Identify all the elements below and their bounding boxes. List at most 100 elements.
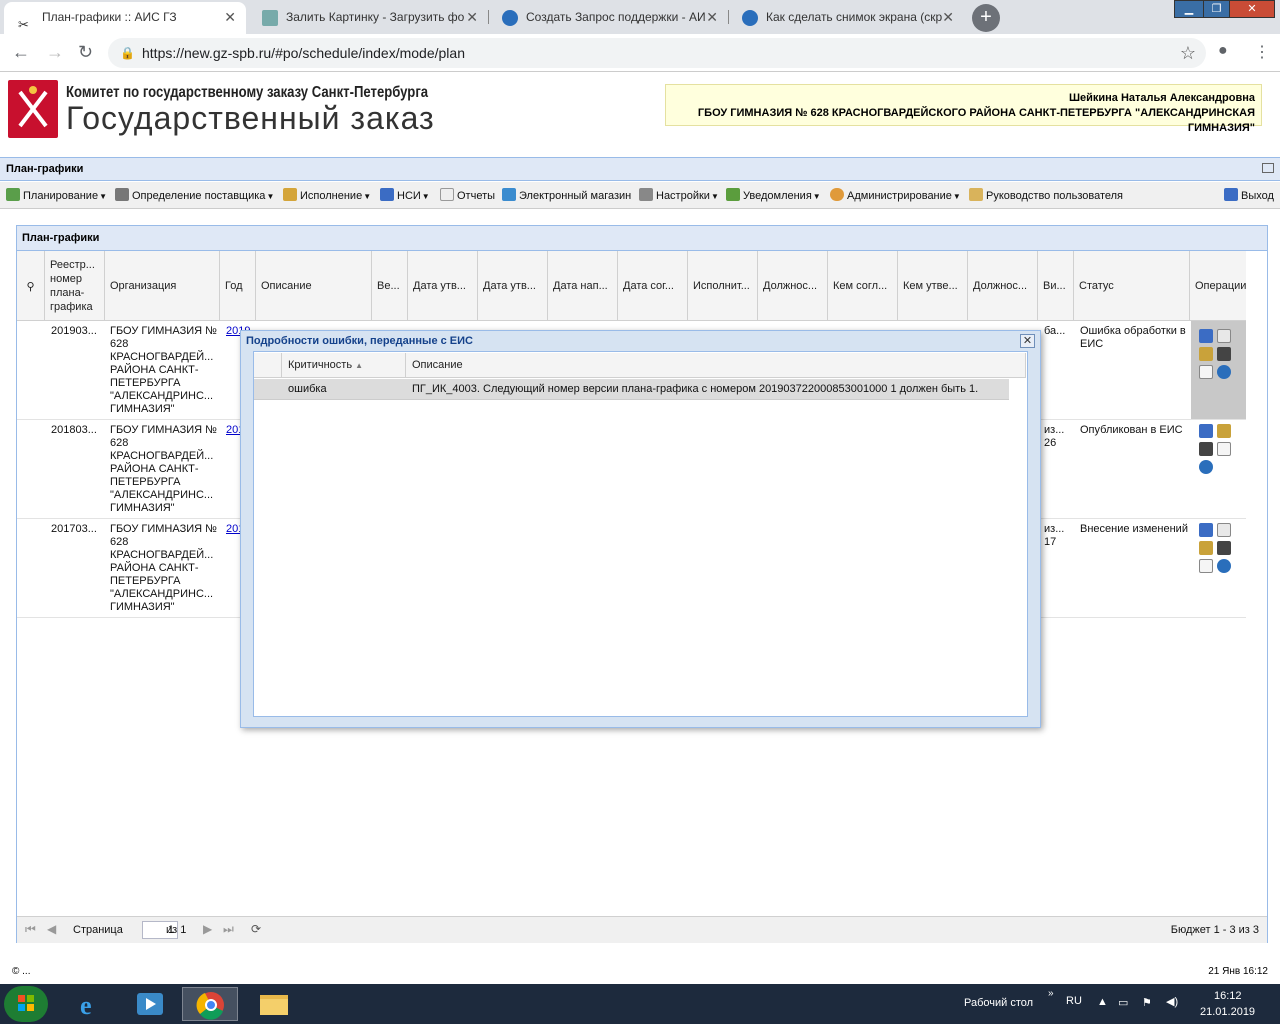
chevrons-icon[interactable]: » [1048, 988, 1054, 999]
back-icon[interactable]: ← [12, 42, 30, 63]
binoculars-icon[interactable] [1217, 347, 1231, 361]
menu-admin[interactable]: Администрирование▼ [830, 188, 961, 202]
col-executor[interactable]: Исполнит... [688, 251, 758, 321]
document-check-icon[interactable] [1217, 523, 1231, 537]
close-window-button[interactable]: ✕ [1229, 0, 1275, 18]
menu-reports[interactable]: Отчеты [440, 188, 495, 202]
close-tab-icon[interactable]: ✕ [706, 2, 718, 32]
menu-dots-icon[interactable]: ⋮ [1254, 42, 1270, 62]
col-reg-number[interactable]: Реестр... номер плана-графика [45, 251, 105, 321]
col-organization[interactable]: Организация [105, 251, 220, 321]
edit-icon[interactable] [1199, 523, 1213, 537]
menu-supplier[interactable]: Определение поставщика▼ [115, 188, 274, 202]
filter-icon[interactable]: ⚲ [17, 251, 45, 321]
menu-planning[interactable]: Планирование▼ [6, 188, 107, 202]
info-icon[interactable] [1217, 559, 1231, 573]
info-icon[interactable] [1217, 365, 1231, 379]
chevron-down-icon: ▼ [952, 192, 961, 201]
logout-label: Выход [1241, 190, 1274, 202]
logout-button[interactable]: Выход [1224, 188, 1274, 202]
binoculars-icon[interactable] [1199, 442, 1213, 456]
refresh-icon[interactable]: ⟳ [251, 922, 261, 936]
close-tab-icon[interactable]: ✕ [224, 2, 236, 32]
language-indicator[interactable]: RU [1066, 995, 1082, 1007]
browser-tab-active[interactable]: ✂ План-графики :: АИС ГЗ ✕ [4, 2, 246, 34]
tab-title: Залить Картинку - Загрузить фо [286, 10, 465, 24]
new-tab-button[interactable]: + [972, 4, 1000, 32]
notification-icon [726, 188, 740, 201]
cell-org: ГБОУ ГИМНАЗИЯ № 628 КРАСНОГВАРДЕЙ... РАЙ… [110, 523, 217, 613]
eagle-icon[interactable] [1199, 347, 1213, 361]
tab-title: Создать Запрос поддержки - АИ [526, 10, 706, 24]
document-icon[interactable] [1199, 365, 1213, 379]
first-page-icon[interactable]: ⏮ [25, 922, 36, 937]
document-icon[interactable] [1199, 559, 1213, 573]
browser-tab[interactable]: Залить Картинку - Загрузить фо ✕ [248, 2, 488, 34]
col-position[interactable]: Должнос... [758, 251, 828, 321]
col-status[interactable]: Статус [1074, 251, 1190, 321]
user-info-box: Шейкина Наталья Александровна ГБОУ ГИМНА… [665, 84, 1262, 134]
prev-page-icon[interactable]: ◀ [47, 922, 56, 936]
menu-settings[interactable]: Настройки▼ [639, 188, 719, 202]
edit-icon[interactable] [1199, 424, 1213, 438]
close-tab-icon[interactable]: ✕ [942, 2, 954, 32]
col-date-approve-1[interactable]: Дата утв... [408, 251, 478, 321]
col-date-sent[interactable]: Дата нап... [548, 251, 618, 321]
clock-time[interactable]: 16:12 [1214, 990, 1242, 1002]
close-dialog-button[interactable]: ✕ [1020, 334, 1035, 348]
close-tab-icon[interactable]: ✕ [466, 2, 478, 32]
col-agreed-by[interactable]: Кем согл... [828, 251, 898, 321]
bookmark-star-icon[interactable]: ☆ [1180, 38, 1196, 68]
col-description[interactable]: Описание [406, 353, 1026, 378]
browser-tab[interactable]: Как сделать снимок экрана (скр ✕ [728, 2, 964, 34]
menu-user-guide[interactable]: Руководство пользователя [969, 188, 1123, 202]
col-version[interactable]: Ве... [372, 251, 408, 321]
media-player-icon[interactable] [122, 987, 178, 1021]
col-operations[interactable]: Операции [1190, 251, 1246, 321]
document-icon[interactable] [1217, 442, 1231, 456]
col-date-approve-2[interactable]: Дата утв... [478, 251, 548, 321]
desktop-label[interactable]: Рабочий стол [964, 997, 1033, 1009]
info-icon[interactable] [1199, 460, 1213, 474]
network-icon[interactable]: ▭ [1118, 996, 1128, 1009]
address-bar[interactable]: 🔒 https://new.gz-spb.ru/#po/schedule/ind… [108, 38, 1206, 68]
col-position-2[interactable]: Должнос... [968, 251, 1038, 321]
col-date-agreed[interactable]: Дата сог... [618, 251, 688, 321]
reload-icon[interactable]: ↻ [78, 42, 93, 63]
col-approved-by[interactable]: Кем утве... [898, 251, 968, 321]
document-edit-icon[interactable] [1217, 329, 1231, 343]
next-page-icon[interactable]: ▶ [203, 922, 212, 936]
internet-explorer-icon[interactable]: e [62, 987, 118, 1021]
account-icon[interactable]: ● [1218, 42, 1228, 60]
gear-icon [115, 188, 129, 201]
clock-date[interactable]: 21.01.2019 [1200, 1006, 1255, 1018]
col-year[interactable]: Год [220, 251, 256, 321]
tray-expand-icon[interactable]: ▲ [1097, 996, 1108, 1008]
chrome-icon[interactable] [182, 987, 238, 1021]
last-page-icon[interactable]: ⏭ [223, 922, 234, 937]
edit-icon[interactable] [1199, 329, 1213, 343]
menu-nsi[interactable]: НСИ▼ [380, 188, 430, 202]
forward-icon[interactable]: → [46, 42, 64, 63]
menu-eshop[interactable]: Электронный магазин [502, 188, 631, 202]
col-severity[interactable]: Критичность ▲ [282, 353, 406, 378]
dialog-row[interactable]: ошибка ПГ_ИК_4003. Следующий номер верси… [254, 379, 1009, 400]
file-explorer-icon[interactable] [246, 987, 302, 1021]
flag-icon[interactable]: ⚑ [1142, 996, 1152, 1009]
menu-label: Уведомления [743, 190, 812, 202]
collapse-panel-button[interactable] [1262, 163, 1274, 173]
browser-tab[interactable]: Создать Запрос поддержки - АИ ✕ [488, 2, 728, 34]
wrench-icon [639, 188, 653, 201]
restore-button[interactable]: ❐ [1203, 0, 1230, 18]
browser-toolbar: ← → ↻ 🔒 https://new.gz-spb.ru/#po/schedu… [0, 34, 1280, 72]
menu-notifications[interactable]: Уведомления▼ [726, 188, 821, 202]
volume-icon[interactable]: ◀) [1166, 995, 1178, 1008]
eagle-icon[interactable] [1217, 424, 1231, 438]
minimize-button[interactable]: ▁ [1174, 0, 1204, 18]
binoculars-icon[interactable] [1217, 541, 1231, 555]
col-description[interactable]: Описание [256, 251, 372, 321]
eagle-icon[interactable] [1199, 541, 1213, 555]
col-kind[interactable]: Ви... [1038, 251, 1074, 321]
menu-execution[interactable]: Исполнение▼ [283, 188, 371, 202]
start-button[interactable] [4, 986, 48, 1022]
